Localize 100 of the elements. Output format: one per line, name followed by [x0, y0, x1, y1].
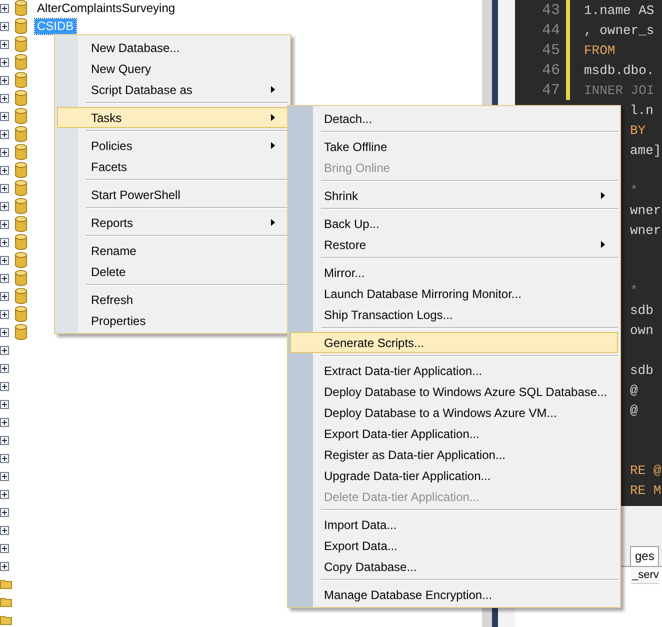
- expander-icon[interactable]: [0, 310, 9, 318]
- database-icon: [15, 18, 27, 34]
- expander-icon[interactable]: [0, 112, 9, 120]
- expander-icon[interactable]: [0, 436, 9, 444]
- menu-item[interactable]: New Query: [57, 58, 288, 79]
- line-number: 43: [540, 2, 560, 18]
- expander-icon[interactable]: [0, 148, 9, 156]
- menu-item[interactable]: Deploy Database to Windows Azure SQL Database...: [290, 381, 618, 402]
- expander-icon[interactable]: [0, 130, 9, 138]
- menu-item[interactable]: Extract Data-tier Application...: [290, 360, 618, 381]
- menu-item[interactable]: Deploy Database to a Windows Azure VM...: [290, 402, 618, 423]
- expander-icon[interactable]: [0, 40, 9, 48]
- code-text: wner: [630, 222, 662, 238]
- expander-icon[interactable]: [0, 508, 9, 516]
- database-icon: [15, 0, 27, 16]
- code-text: l.n: [630, 102, 654, 118]
- code-text: sdb: [630, 362, 654, 378]
- expander-icon[interactable]: [0, 220, 9, 228]
- expander-icon[interactable]: [0, 202, 9, 210]
- menu-item[interactable]: Script Database as: [57, 79, 288, 100]
- code-text: INNER JOI: [584, 82, 654, 98]
- menu-item[interactable]: Take Offline: [290, 136, 618, 157]
- submenu-arrow-icon: [601, 192, 605, 199]
- code-text: 1.name AS: [584, 2, 654, 18]
- code-text: RE M: [630, 482, 662, 498]
- menu-item[interactable]: Start PowerShell: [57, 184, 288, 205]
- menu-item[interactable]: Export Data...: [290, 535, 618, 556]
- expander-icon[interactable]: [0, 292, 9, 300]
- submenu-arrow-icon: [271, 114, 275, 121]
- database-icon: [15, 162, 27, 178]
- expander-icon[interactable]: [0, 76, 9, 84]
- submenu-arrow-icon: [271, 219, 275, 226]
- expander-icon[interactable]: [0, 490, 9, 498]
- menu-item[interactable]: Detach...: [290, 108, 618, 129]
- expander-icon[interactable]: [0, 472, 9, 480]
- menu-item[interactable]: Delete: [57, 261, 288, 282]
- code-text: @: [630, 382, 638, 398]
- menu-item[interactable]: Policies: [57, 135, 288, 156]
- database-icon: [15, 216, 27, 232]
- line-number: 45: [540, 42, 560, 58]
- menu-item[interactable]: Ship Transaction Logs...: [290, 304, 618, 325]
- expander-icon[interactable]: [0, 454, 9, 462]
- menu-item[interactable]: Upgrade Data-tier Application...: [290, 465, 618, 486]
- code-text: @: [630, 402, 638, 418]
- results-tab[interactable]: ges: [630, 546, 660, 566]
- menu-item[interactable]: Rename: [57, 240, 288, 261]
- expander-icon[interactable]: [0, 22, 9, 30]
- database-icon: [15, 306, 27, 322]
- menu-item[interactable]: Back Up...: [290, 213, 618, 234]
- expander-icon[interactable]: [0, 4, 9, 12]
- menu-item[interactable]: Copy Database...: [290, 556, 618, 577]
- code-text: *: [630, 182, 638, 198]
- expander-icon[interactable]: [0, 418, 9, 426]
- menu-item[interactable]: Import Data...: [290, 514, 618, 535]
- line-number: 47: [540, 82, 560, 98]
- database-icon: [15, 324, 27, 340]
- database-icon: [15, 234, 27, 250]
- code-text: ame]: [630, 142, 662, 158]
- expander-icon[interactable]: [0, 526, 9, 534]
- menu-item[interactable]: New Database...: [57, 37, 288, 58]
- database-icon: [15, 54, 27, 70]
- database-icon: [15, 90, 27, 106]
- code-text: sdb: [630, 302, 654, 318]
- menu-item[interactable]: Facets: [57, 156, 288, 177]
- menu-item[interactable]: Mirror...: [290, 262, 618, 283]
- expander-icon[interactable]: [0, 400, 9, 408]
- submenu-arrow-icon: [271, 86, 275, 93]
- menu-item[interactable]: Launch Database Mirroring Monitor...: [290, 283, 618, 304]
- code-text: own: [630, 322, 654, 338]
- folder-icon: [0, 597, 12, 607]
- code-text: RE @: [630, 462, 662, 478]
- expander-icon[interactable]: [0, 562, 9, 570]
- menu-item[interactable]: Register as Data-tier Application...: [290, 444, 618, 465]
- menu-item[interactable]: Restore: [290, 234, 618, 255]
- menu-item[interactable]: Refresh: [57, 289, 288, 310]
- expander-icon[interactable]: [0, 274, 9, 282]
- menu-item[interactable]: Export Data-tier Application...: [290, 423, 618, 444]
- expander-icon[interactable]: [0, 364, 9, 372]
- expander-icon[interactable]: [0, 238, 9, 246]
- menu-item[interactable]: Tasks: [57, 107, 288, 128]
- expander-icon[interactable]: [0, 328, 9, 336]
- database-icon: [15, 72, 27, 88]
- expander-icon[interactable]: [0, 346, 9, 354]
- expander-icon[interactable]: [0, 166, 9, 174]
- menu-item[interactable]: Properties: [57, 310, 288, 331]
- expander-icon[interactable]: [0, 58, 9, 66]
- database-name[interactable]: AlterComplaintsSurveying: [35, 0, 178, 16]
- expander-icon[interactable]: [0, 184, 9, 192]
- menu-item[interactable]: Reports: [57, 212, 288, 233]
- menu-item[interactable]: Generate Scripts...: [290, 332, 618, 353]
- menu-item[interactable]: Manage Database Encryption...: [290, 584, 618, 605]
- expander-icon[interactable]: [0, 382, 9, 390]
- expander-icon[interactable]: [0, 94, 9, 102]
- code-text: , owner_s: [584, 22, 654, 38]
- menu-item[interactable]: Shrink: [290, 185, 618, 206]
- database-icon: [15, 108, 27, 124]
- submenu-arrow-icon: [601, 241, 605, 248]
- database-icon: [15, 270, 27, 286]
- expander-icon[interactable]: [0, 544, 9, 552]
- expander-icon[interactable]: [0, 256, 9, 264]
